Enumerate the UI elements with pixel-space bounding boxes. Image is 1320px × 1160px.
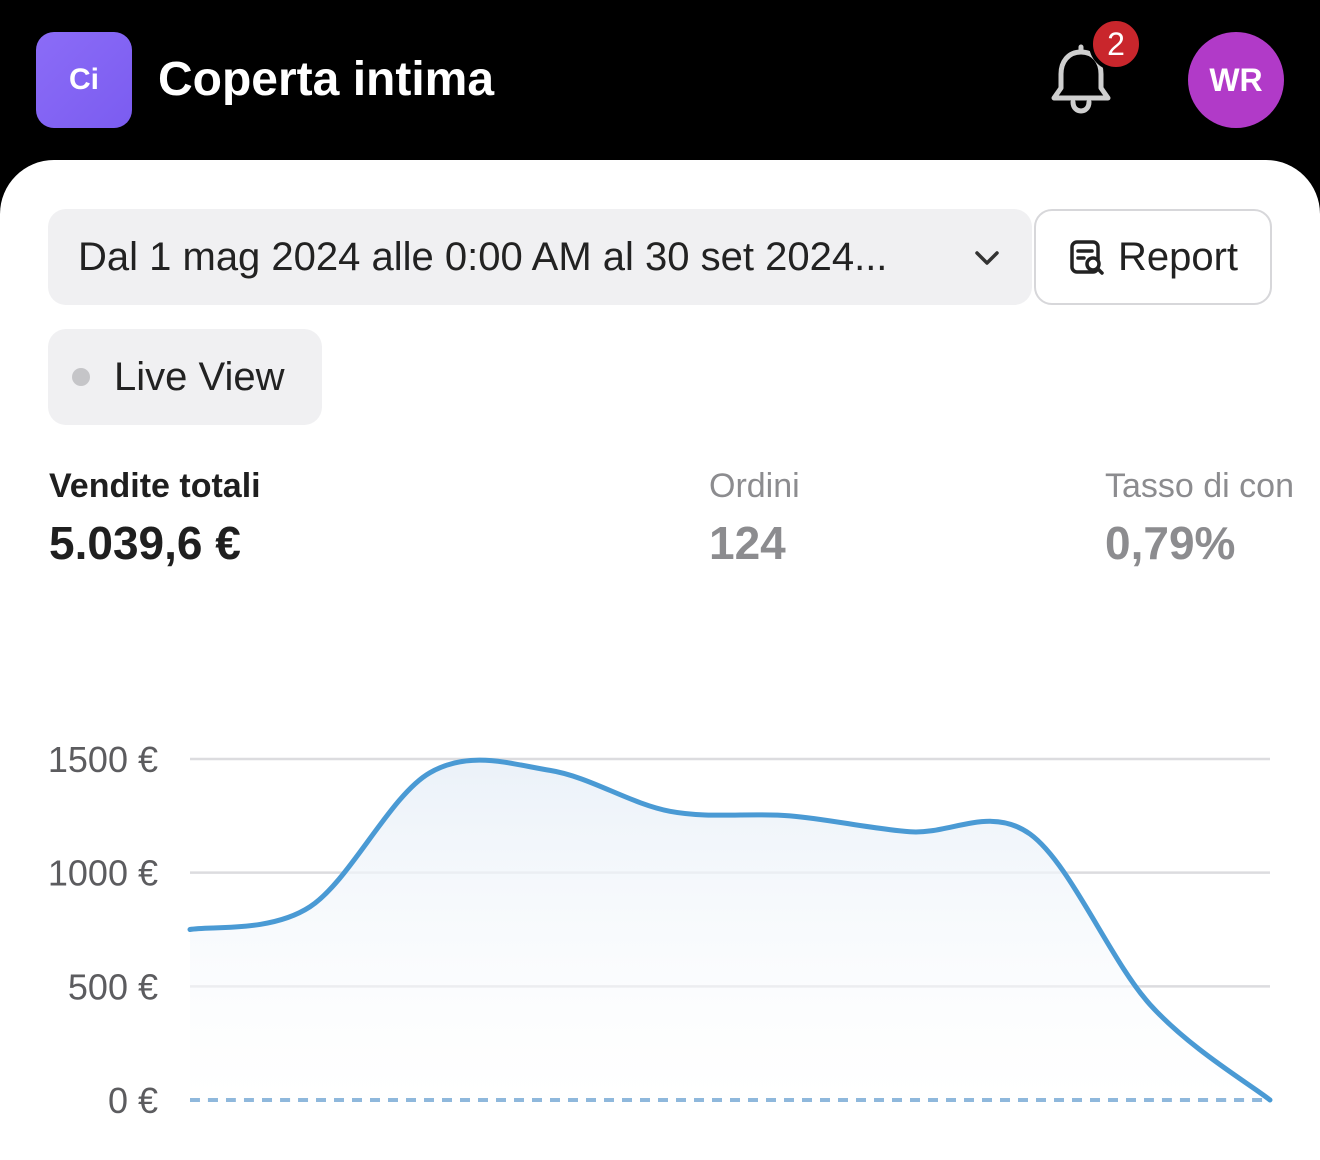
metric-conversion-rate[interactable]: Tasso di con 0,79% [1105,466,1294,570]
metric-value: 124 [709,517,786,569]
chevron-down-icon [975,251,999,265]
metric-orders[interactable]: Ordini 124 [709,466,800,570]
report-search-icon [1070,240,1104,275]
metric-label: Tasso di con [1105,467,1294,505]
date-range-label: Dal 1 mag 2024 alle 0:00 AM al 30 set 20… [78,234,888,279]
user-initials: WR [1209,61,1263,98]
y-tick-label: 1000 € [48,853,158,894]
y-tick-label: 500 € [68,966,158,1007]
store-logo[interactable]: Ci [36,32,132,128]
metric-value: 0,79% [1105,517,1236,569]
live-status-dot [72,368,90,386]
report-label: Report [1117,234,1239,279]
report-button[interactable]: Report [1034,209,1272,305]
store-name[interactable]: Coperta intima [158,52,494,108]
app-header: Ci Coperta intima 2 WR [0,0,1320,162]
store-initials: Ci [69,63,99,96]
y-tick-label: 0 € [108,1080,158,1121]
live-view-label: Live View [114,354,285,399]
metric-total-sales[interactable]: Vendite totali 5.039,6 € [49,466,261,570]
metric-label: Ordini [709,467,800,505]
avatar[interactable]: WR [1188,32,1284,128]
notification-count: 2 [1107,25,1125,62]
date-range-picker[interactable]: Dal 1 mag 2024 alle 0:00 AM al 30 set 20… [48,209,1032,305]
sales-area-fill [190,760,1270,1100]
metric-value: 5.039,6 € [49,517,241,569]
notification-badge[interactable]: 2 [1089,17,1143,71]
sales-chart: 1500 € 1000 € 500 € 0 € [48,739,1273,1121]
metric-label: Vendite totali [49,467,261,505]
live-view-button[interactable]: Live View [48,329,322,425]
y-tick-label: 1500 € [48,739,158,780]
